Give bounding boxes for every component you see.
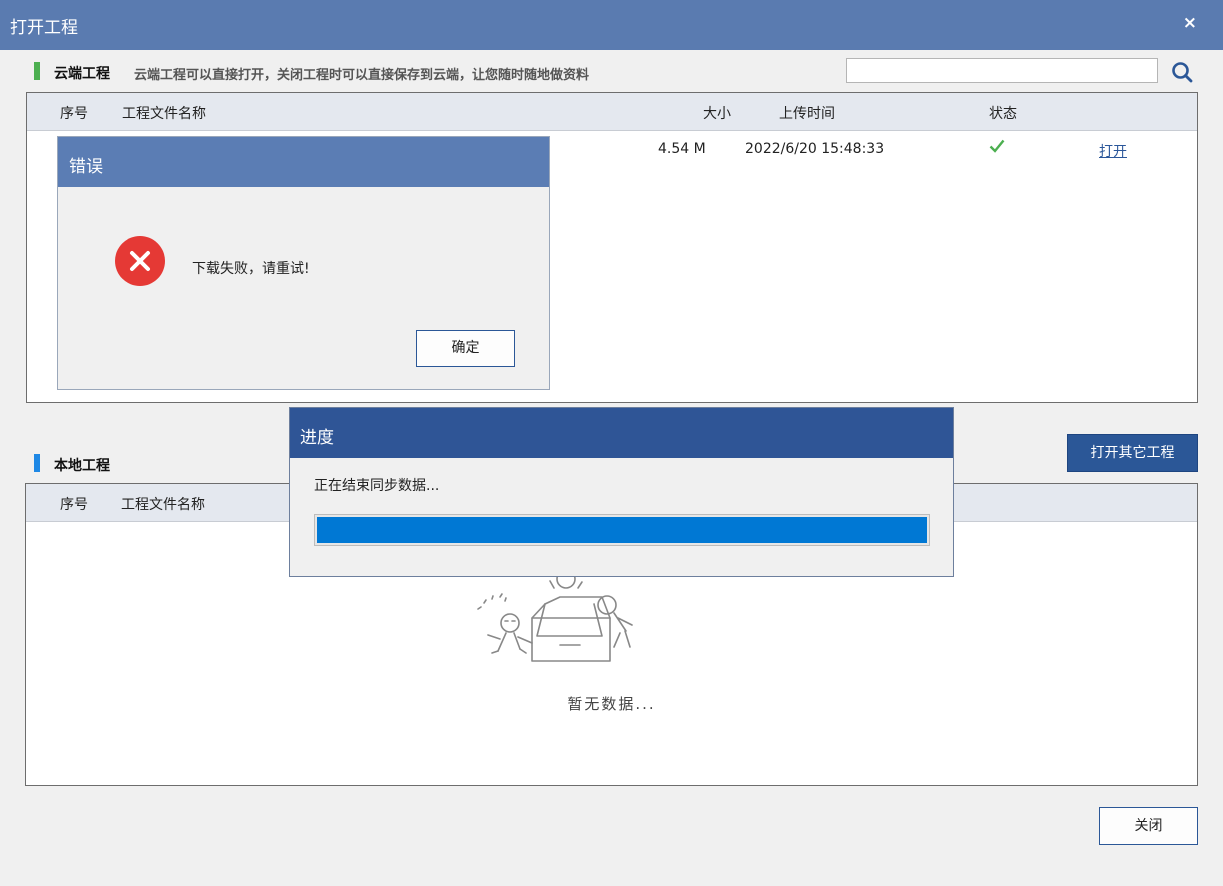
progress-bar-fill (317, 517, 927, 543)
progress-dialog: 进度 正在结束同步数据... (289, 407, 954, 577)
ok-button[interactable]: 确定 (416, 330, 515, 367)
window-title: 打开工程 (10, 18, 78, 38)
progress-bar (314, 514, 930, 546)
empty-state-illustration (477, 573, 633, 662)
open-other-project-button[interactable]: 打开其它工程 (1067, 434, 1198, 472)
error-icon (115, 236, 165, 286)
progress-dialog-title: 进度 (300, 428, 334, 448)
error-message: 下载失败，请重试! (192, 261, 310, 277)
col-size: 大小 (703, 106, 731, 122)
cloud-section-heading: 云端工程 (54, 66, 110, 82)
close-button[interactable]: 关闭 (1099, 807, 1198, 845)
col-index: 序号 (60, 106, 88, 122)
row-size: 4.54 M (658, 141, 706, 157)
cloud-section-description: 云端工程可以直接打开，关闭工程时可以直接保存到云端，让您随时随地做资料 (134, 68, 590, 83)
progress-message: 正在结束同步数据... (314, 478, 440, 494)
col-file-name: 工程文件名称 (121, 497, 205, 513)
cloud-accent-bar (34, 62, 40, 80)
progress-dialog-titlebar: 进度 (290, 408, 953, 458)
col-file-name: 工程文件名称 (122, 106, 206, 122)
check-icon (989, 139, 1005, 153)
local-section-heading: 本地工程 (54, 458, 110, 474)
window-titlebar: 打开工程 × (0, 0, 1223, 50)
close-icon[interactable]: × (1183, 13, 1197, 33)
col-status: 状态 (989, 106, 1017, 122)
row-upload-time: 2022/6/20 15:48:33 (745, 141, 885, 157)
error-dialog-title: 错误 (69, 157, 103, 177)
search-input[interactable] (846, 58, 1158, 83)
cloud-table-header: 序号 工程文件名称 大小 上传时间 状态 (27, 93, 1197, 131)
error-dialog-titlebar: 错误 (58, 137, 549, 187)
col-index: 序号 (60, 497, 88, 513)
search-icon[interactable] (1171, 61, 1193, 83)
empty-state-text: 暂无数据... (567, 695, 656, 713)
open-cloud-project-link[interactable]: 打开 (1099, 141, 1127, 161)
local-accent-bar (34, 454, 40, 472)
error-dialog: 错误 下载失败，请重试! 确定 (57, 136, 550, 390)
col-upload-time: 上传时间 (779, 106, 835, 122)
